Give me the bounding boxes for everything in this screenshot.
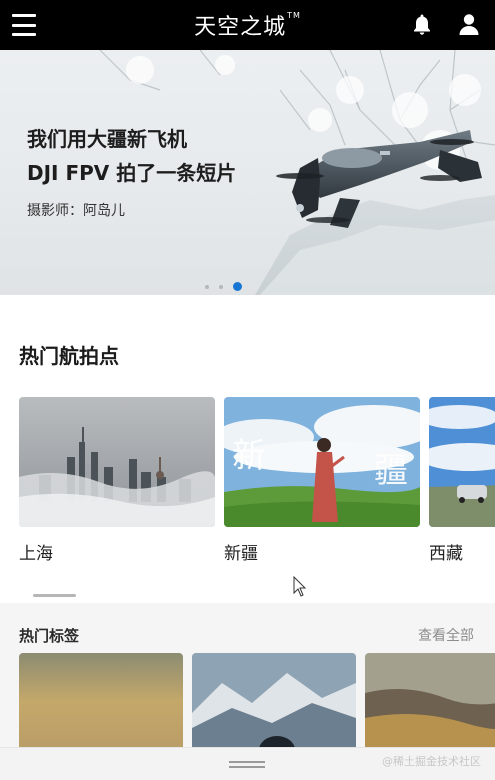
spot-card-tibet[interactable]: 西藏 (429, 397, 495, 564)
spot-label: 新疆 (224, 544, 258, 564)
svg-text:疆: 疆 (374, 451, 408, 491)
brand-name: 天空之城 (194, 15, 287, 40)
watermark-text: @稀土掘金技术社区 (382, 755, 481, 768)
mouse-cursor-icon (293, 576, 307, 597)
spot-card-shanghai[interactable]: 上海 (19, 397, 215, 564)
banner-title-line-1: 我们用大疆新飞机 (27, 127, 187, 151)
spot-label: 西藏 (429, 544, 463, 564)
carousel-dot-2[interactable] (219, 284, 223, 289)
spot-image-shanghai (19, 397, 215, 527)
hot-tags-carousel[interactable] (19, 653, 495, 750)
spot-card-xinjiang[interactable]: 新 疆 新疆 (224, 397, 420, 564)
carousel-dot-3-active[interactable] (233, 282, 242, 291)
carousel-dot-1[interactable] (205, 284, 209, 289)
bell-icon[interactable] (410, 12, 434, 36)
view-all-link[interactable]: 查看全部 (418, 625, 474, 645)
spot-image-xinjiang: 新 疆 (224, 397, 420, 527)
bottom-bar: @稀土掘金技术社区 (0, 747, 495, 780)
hot-spots-title: 热门航拍点 (19, 344, 119, 368)
banner-photographer-credit: 摄影师：阿岛儿 (27, 203, 125, 219)
hero-banner[interactable]: 我们用大疆新飞机 DJI FPV 拍了一条短片 摄影师：阿岛儿 (0, 50, 495, 295)
tag-card-3[interactable] (365, 653, 495, 750)
svg-text:新: 新 (232, 436, 266, 476)
banner-caption: 我们用大疆新飞机 DJI FPV 拍了一条短片 摄影师：阿岛儿 (27, 122, 236, 220)
banner-title-line-2: DJI FPV 拍了一条短片 (27, 161, 237, 185)
hamburger-menu-icon[interactable] (12, 14, 36, 36)
tag-card-1[interactable] (19, 653, 183, 750)
trademark-mark: TM (287, 11, 301, 20)
carousel-pagination (205, 282, 242, 291)
hot-tags-title: 热门标签 (19, 627, 80, 645)
tag-card-2[interactable] (192, 653, 356, 750)
top-navigation-bar: 天空之城TM (0, 0, 495, 50)
hot-spots-carousel[interactable]: 上海 新 疆 新疆 西藏 (19, 397, 495, 567)
spot-image-tibet (429, 397, 495, 527)
horizontal-scroll-indicator[interactable] (33, 594, 76, 597)
brand-title[interactable]: 天空之城TM (194, 9, 301, 41)
drag-handle-icon[interactable] (229, 761, 265, 769)
user-icon[interactable] (457, 12, 481, 36)
spot-label: 上海 (19, 544, 53, 564)
